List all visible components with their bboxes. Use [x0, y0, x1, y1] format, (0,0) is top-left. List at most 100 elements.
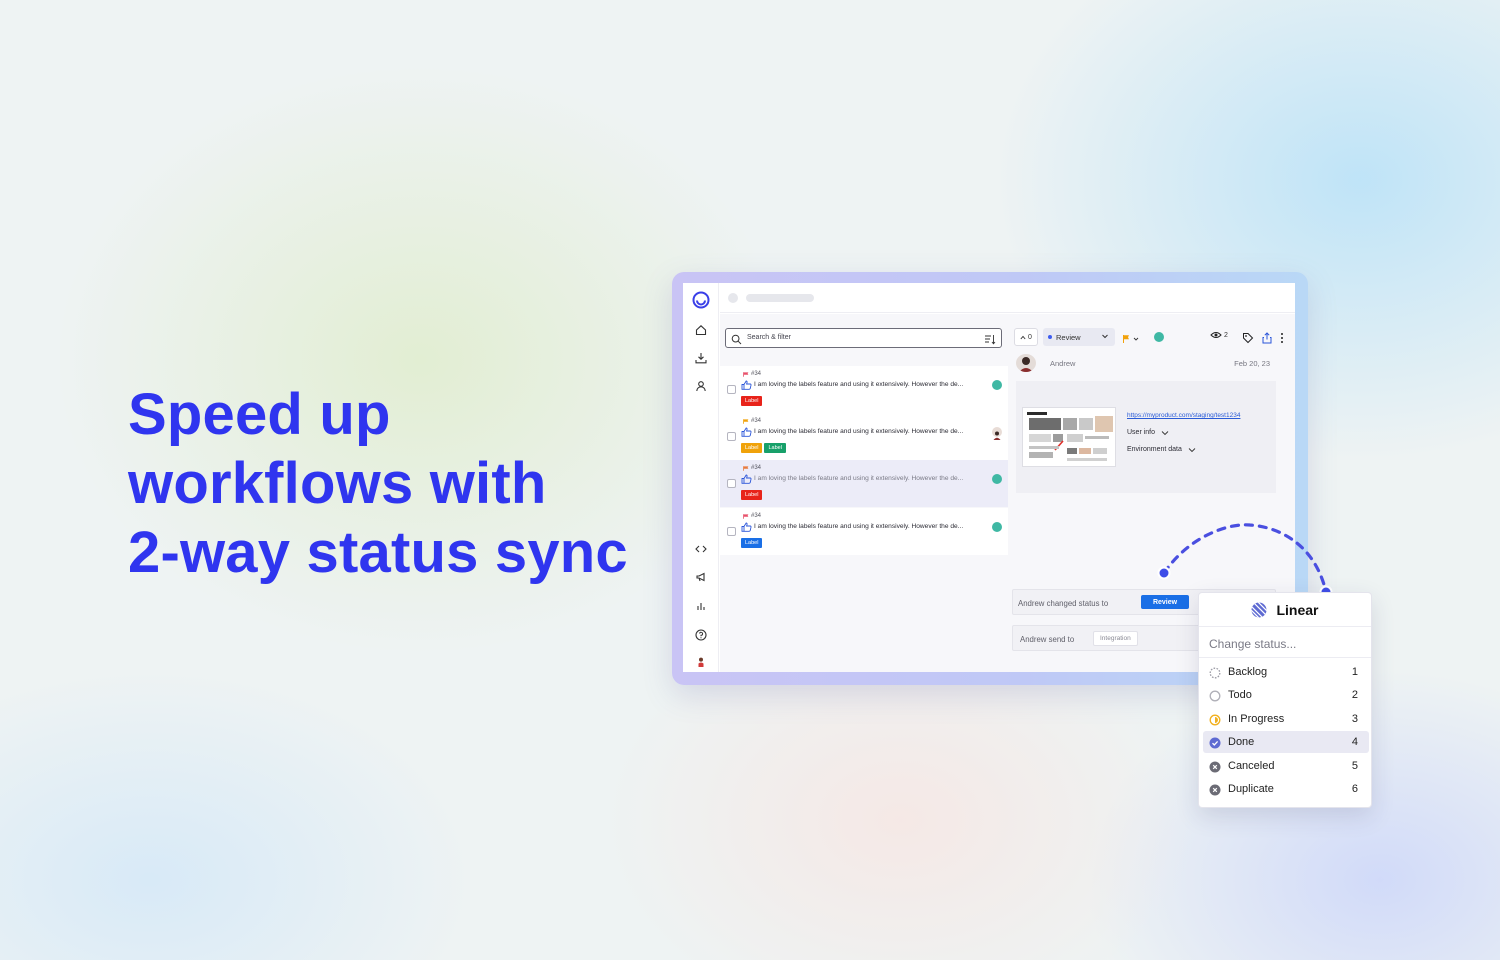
environment-data-toggle[interactable]: Environment data	[1127, 446, 1196, 453]
tag-icon[interactable]	[1242, 331, 1254, 349]
assignee-avatar[interactable]	[992, 427, 1002, 440]
thumbs-up-icon	[741, 427, 752, 437]
vote-count: 0	[1028, 333, 1032, 341]
search-field[interactable]: Search & filter	[725, 328, 1002, 348]
status-option-label: Todo	[1228, 689, 1252, 702]
more-options-icon[interactable]	[1280, 331, 1284, 349]
todo-icon	[1209, 689, 1221, 702]
status-option-label: Backlog	[1228, 666, 1268, 678]
attachment-panel: https://myproduct.com/staging/test1234 U…	[1016, 381, 1276, 493]
status-option-shortcut: 4	[1351, 736, 1358, 749]
user-icon[interactable]	[691, 376, 711, 396]
author-name: Andrew	[1050, 359, 1076, 368]
priority-flag-dropdown[interactable]	[1122, 331, 1142, 349]
label-badge[interactable]: Label	[741, 490, 763, 500]
inbox-icon[interactable]	[691, 348, 711, 368]
status-option-todo[interactable]: Todo 2	[1203, 684, 1369, 706]
activity-status-text: Andrew changed status to	[1018, 599, 1109, 608]
row-checkbox[interactable]	[727, 432, 736, 441]
search-icon	[731, 332, 742, 350]
label-list: Label	[741, 490, 763, 500]
status-option-duplicate[interactable]: Duplicate 6	[1203, 778, 1369, 800]
headline: Speed up workflows with 2-way status syn…	[128, 380, 668, 587]
headline-line-1: Speed up	[128, 382, 391, 447]
row-checkbox[interactable]	[727, 385, 736, 394]
linear-status-popup: Linear Change status... Backlog 1 Todo 2…	[1198, 592, 1372, 808]
search-input[interactable]: Search & filter	[747, 334, 791, 341]
assignee-avatar[interactable]	[992, 474, 1002, 484]
thumbs-up-icon	[741, 380, 752, 390]
status-option-shortcut: 5	[1351, 759, 1358, 772]
status-option-done[interactable]: Done 4	[1203, 731, 1369, 754]
label-badge[interactable]: Label	[741, 443, 763, 453]
author-row: Andrew Feb 20, 23	[1016, 354, 1286, 372]
in-progress-icon	[1209, 713, 1221, 726]
feedback-row[interactable]: #34 I am loving the labels feature and u…	[720, 366, 1008, 413]
feedback-row[interactable]: #34 I am loving the labels feature and u…	[720, 460, 1008, 507]
status-dot-icon	[1048, 335, 1052, 339]
label-list: Label	[741, 538, 763, 548]
assignee-avatar[interactable]	[992, 522, 1002, 532]
status-option-shortcut: 2	[1351, 689, 1358, 702]
help-icon[interactable]	[691, 625, 711, 645]
detail-toolbar: 0 Review 2	[1008, 326, 1295, 348]
status-option-label: In Progress	[1228, 712, 1285, 725]
popup-divider	[1199, 657, 1371, 658]
chevron-up-icon	[1020, 335, 1026, 339]
headline-line-2: workflows with	[128, 451, 547, 516]
assignee-avatar[interactable]	[992, 380, 1002, 390]
status-option-label: Canceled	[1228, 759, 1275, 772]
feedback-text: I am loving the labels feature and using…	[754, 428, 964, 435]
watchers-count: 2	[1224, 331, 1228, 339]
feedback-id: #34	[751, 513, 762, 519]
priority-flag-icon	[743, 514, 749, 519]
watchers-button[interactable]: 2	[1210, 331, 1228, 339]
chevron-down-icon	[1102, 334, 1108, 339]
thumbs-up-icon	[741, 474, 752, 484]
environment-data-label: Environment data	[1127, 446, 1182, 453]
status-dropdown[interactable]: Review	[1043, 328, 1115, 346]
sort-icon[interactable]	[984, 332, 996, 350]
label-badge[interactable]: Label	[764, 443, 786, 453]
backlog-icon	[1209, 666, 1221, 679]
chevron-down-icon	[1161, 430, 1169, 435]
profile-avatar-icon[interactable]	[691, 652, 711, 672]
app-logo-icon[interactable]	[691, 290, 711, 310]
analytics-icon[interactable]	[691, 596, 711, 616]
feedback-text: I am loving the labels feature and using…	[754, 523, 964, 530]
feedback-list-pane: Search & filter #34 I am loving the labe…	[720, 314, 1008, 672]
share-icon[interactable]	[1262, 331, 1272, 349]
status-option-shortcut: 1	[1351, 666, 1358, 678]
sync-connector-start-dot	[1157, 566, 1171, 580]
megaphone-icon[interactable]	[691, 567, 711, 587]
assignee-avatar[interactable]	[1154, 332, 1164, 342]
status-option-canceled[interactable]: Canceled 5	[1203, 755, 1369, 777]
row-checkbox[interactable]	[727, 527, 736, 536]
screenshot-thumbnail[interactable]	[1022, 407, 1116, 467]
user-info-toggle[interactable]: User info	[1127, 429, 1169, 436]
home-icon[interactable]	[691, 320, 711, 340]
code-icon[interactable]	[691, 539, 711, 559]
change-status-input[interactable]: Change status...	[1209, 637, 1296, 651]
status-option-backlog[interactable]: Backlog 1	[1203, 661, 1369, 683]
eye-icon	[1210, 332, 1222, 338]
canceled-icon	[1209, 760, 1221, 773]
priority-flag-icon	[743, 466, 749, 471]
status-option-in-progress[interactable]: In Progress 3	[1203, 708, 1369, 730]
row-checkbox[interactable]	[727, 479, 736, 488]
top-bar	[720, 283, 1295, 313]
done-icon	[1209, 736, 1221, 749]
page-url-link[interactable]: https://myproduct.com/staging/test1234	[1127, 412, 1240, 419]
user-info-label: User info	[1127, 429, 1156, 436]
linear-logo-icon	[1251, 602, 1267, 617]
activity-integration: Andrew send to Integration	[1012, 625, 1202, 651]
topbar-placeholder-title	[746, 294, 814, 302]
upvote-button[interactable]: 0	[1014, 328, 1038, 346]
feedback-row[interactable]: #34 I am loving the labels feature and u…	[720, 508, 1008, 555]
label-list: Label Label	[741, 443, 786, 453]
label-badge[interactable]: Label	[741, 396, 763, 406]
feedback-row[interactable]: #34 I am loving the labels feature and u…	[720, 413, 1008, 460]
label-badge[interactable]: Label	[741, 538, 763, 548]
feedback-id: #34	[751, 371, 762, 377]
feedback-text: I am loving the labels feature and using…	[754, 381, 964, 388]
